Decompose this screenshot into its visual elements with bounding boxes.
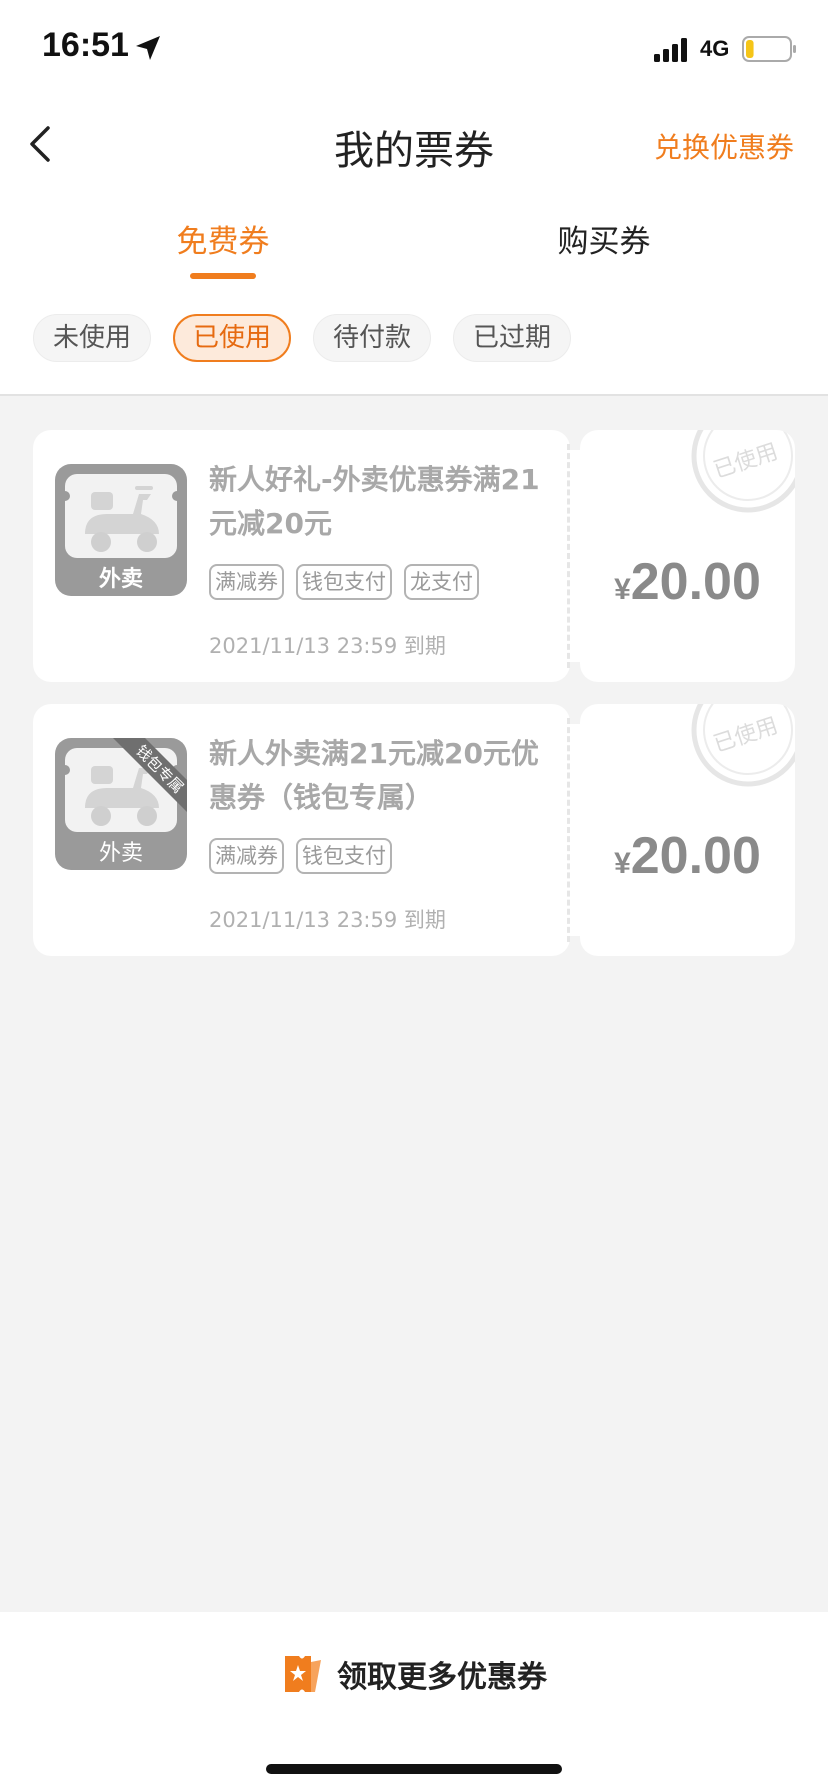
- bottom-bar: 领取更多优惠券: [0, 1612, 828, 1792]
- tab-active-indicator: [190, 273, 256, 279]
- home-indicator: [266, 1764, 562, 1774]
- currency-symbol: ¥: [614, 573, 631, 606]
- filter-used[interactable]: 已使用: [173, 314, 291, 362]
- coupon-tag: 钱包支付: [296, 564, 392, 600]
- thumb-label: 外卖: [99, 566, 143, 592]
- network-type: 4G: [700, 36, 730, 61]
- thumb-label: 外卖: [99, 841, 143, 866]
- redeem-coupon-link[interactable]: 兑换优惠券: [654, 126, 794, 166]
- battery-icon: [742, 36, 796, 62]
- coupon-tag: 满减券: [209, 564, 284, 600]
- get-more-coupons-button[interactable]: 领取更多优惠券: [0, 1652, 828, 1696]
- coupon-expire: 2021/11/13 23:59 到期: [209, 908, 446, 932]
- coupon-card[interactable]: 外卖 新人好礼-外卖优惠券满21元减20元 满减券 钱包支付 龙支付 2021/…: [33, 430, 795, 682]
- coupon-info: 钱包专属 外卖 新人外卖满21元减20元优惠券（钱包专属） 满减券 钱包支付 2…: [33, 704, 570, 956]
- coupon-value: 已使用 ¥20.00: [580, 704, 795, 956]
- coupon-tag: 龙支付: [404, 564, 479, 600]
- coupon-expire: 2021/11/13 23:59 到期: [209, 634, 446, 658]
- header-area: 16:51 4G 我的票券 兑换优惠券 免费券 购买券 未使用 已使用 待付款 …: [0, 0, 828, 396]
- coupon-tag: 满减券: [209, 838, 284, 874]
- used-stamp-icon: 已使用: [691, 430, 795, 513]
- coupon-tags: 满减券 钱包支付: [209, 838, 392, 874]
- coupon-divider: [567, 718, 570, 942]
- tab-purchased-coupons[interactable]: 购买券: [514, 216, 694, 261]
- scooter-icon: 外卖: [55, 464, 187, 596]
- status-time: 16:51: [42, 26, 129, 64]
- ticket-icon: [285, 1656, 321, 1692]
- coupon-title: 新人好礼-外卖优惠券满21元减20元: [209, 463, 540, 540]
- coupon-price: ¥20.00: [580, 552, 795, 612]
- coupon-value: 已使用 ¥20.00: [580, 430, 795, 682]
- tab-free-coupons[interactable]: 免费券: [133, 216, 313, 261]
- coupon-info: 外卖 新人好礼-外卖优惠券满21元减20元 满减券 钱包支付 龙支付 2021/…: [33, 430, 570, 682]
- coupon-title: 新人外卖满21元减20元优惠券（钱包专属）: [209, 737, 539, 814]
- stamp-label: 已使用: [711, 439, 782, 483]
- filter-expired[interactable]: 已过期: [453, 314, 571, 362]
- get-more-coupons-label: 领取更多优惠券: [337, 1660, 547, 1695]
- used-stamp-icon: 已使用: [691, 704, 795, 787]
- stamp-label: 已使用: [711, 713, 782, 757]
- scooter-icon: 钱包专属 外卖: [55, 738, 187, 870]
- coupon-amount: 20.00: [630, 553, 761, 611]
- currency-symbol: ¥: [614, 847, 631, 880]
- filter-unused[interactable]: 未使用: [33, 314, 151, 362]
- coupon-amount: 20.00: [630, 827, 761, 885]
- coupon-card[interactable]: 钱包专属 外卖 新人外卖满21元减20元优惠券（钱包专属） 满减券 钱包支付 2…: [33, 704, 795, 956]
- coupon-divider: [567, 444, 570, 668]
- coupon-tag: 钱包支付: [296, 838, 392, 874]
- coupon-tags: 满减券 钱包支付 龙支付: [209, 564, 479, 600]
- location-arrow-icon: [136, 36, 160, 60]
- signal-icon: [654, 38, 687, 62]
- filter-pending-payment[interactable]: 待付款: [313, 314, 431, 362]
- coupon-price: ¥20.00: [580, 826, 795, 886]
